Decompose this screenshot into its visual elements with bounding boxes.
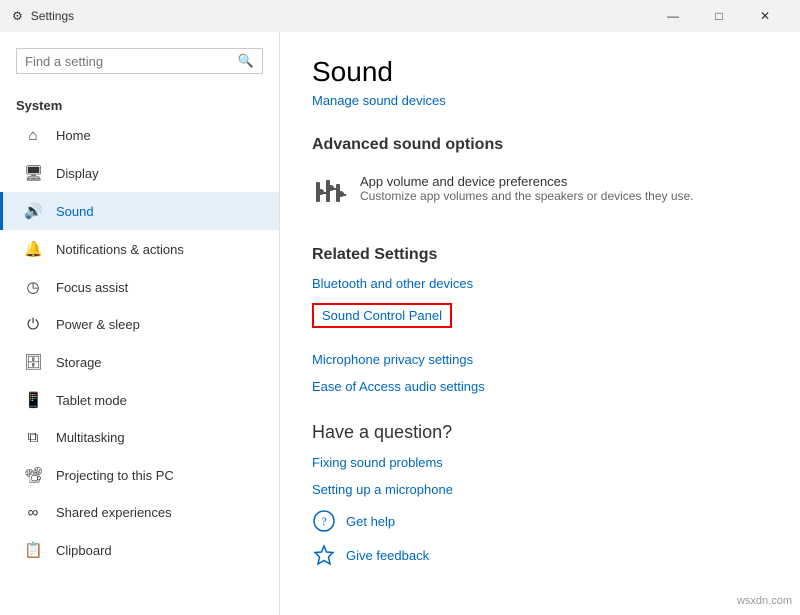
power-icon: ⏻ bbox=[24, 316, 42, 333]
sidebar-item-label: Projecting to this PC bbox=[56, 468, 174, 483]
sidebar-item-multitasking[interactable]: ⧉ Multitasking bbox=[0, 419, 279, 456]
setting-mic-link[interactable]: Setting up a microphone bbox=[312, 482, 768, 497]
have-question-title: Have a question? bbox=[312, 422, 768, 443]
app-volume-row: App volume and device preferences Custom… bbox=[312, 166, 768, 218]
notifications-icon: 🔔 bbox=[24, 240, 42, 258]
settings-window: ⚙ Settings — □ ✕ 🔍 System ⌂ Home bbox=[0, 0, 800, 615]
page-title: Sound bbox=[312, 56, 768, 88]
shared-icon: ∞ bbox=[24, 504, 42, 521]
sidebar-item-label: Sound bbox=[56, 204, 94, 219]
sidebar-item-label: Tablet mode bbox=[56, 393, 127, 408]
settings-icon: ⚙ bbox=[12, 9, 23, 23]
title-bar-left: ⚙ Settings bbox=[12, 9, 74, 23]
sidebar-item-label: Notifications & actions bbox=[56, 242, 184, 257]
content-area: 🔍 System ⌂ Home 🖥 Display 🔊 Sound 🔔 Noti… bbox=[0, 32, 800, 615]
sidebar-item-tablet[interactable]: 📱 Tablet mode bbox=[0, 381, 279, 419]
sidebar-item-label: Shared experiences bbox=[56, 505, 172, 520]
system-label: System bbox=[0, 90, 279, 117]
clipboard-icon: 📋 bbox=[24, 541, 42, 559]
sidebar-item-sound[interactable]: 🔊 Sound bbox=[0, 192, 279, 230]
sidebar-item-shared[interactable]: ∞ Shared experiences bbox=[0, 494, 279, 531]
sound-control-wrapper: Sound Control Panel bbox=[312, 303, 768, 340]
app-volume-icon bbox=[312, 174, 348, 210]
advanced-sound-title: Advanced sound options bbox=[312, 136, 768, 154]
main-content: Sound Manage sound devices Advanced soun… bbox=[280, 32, 800, 615]
get-help-icon: ? bbox=[312, 509, 336, 533]
sidebar-item-display[interactable]: 🖥 Display bbox=[0, 154, 279, 192]
mixer-icon-svg bbox=[312, 174, 348, 210]
get-help-row[interactable]: ? Get help bbox=[312, 509, 768, 533]
search-icon: 🔍 bbox=[238, 53, 254, 69]
projecting-icon: 📽 bbox=[24, 466, 42, 484]
sidebar-item-label: Clipboard bbox=[56, 543, 112, 558]
sidebar-item-label: Home bbox=[56, 128, 91, 143]
related-settings-section: Related Settings Bluetooth and other dev… bbox=[312, 246, 768, 394]
sidebar-item-projecting[interactable]: 📽 Projecting to this PC bbox=[0, 456, 279, 494]
app-volume-title: App volume and device preferences bbox=[360, 174, 694, 189]
window-title: Settings bbox=[31, 9, 74, 23]
search-box[interactable]: 🔍 bbox=[16, 48, 263, 74]
fixing-sound-link[interactable]: Fixing sound problems bbox=[312, 455, 768, 470]
give-feedback-label[interactable]: Give feedback bbox=[346, 548, 429, 563]
svg-text:?: ? bbox=[321, 514, 326, 528]
sidebar-item-home[interactable]: ⌂ Home bbox=[0, 117, 279, 154]
tablet-icon: 📱 bbox=[24, 391, 42, 409]
sidebar-item-notifications[interactable]: 🔔 Notifications & actions bbox=[0, 230, 279, 268]
storage-icon: 🗄 bbox=[24, 353, 42, 371]
sidebar-item-label: Focus assist bbox=[56, 280, 128, 295]
home-icon: ⌂ bbox=[24, 127, 42, 144]
sidebar-item-clipboard[interactable]: 📋 Clipboard bbox=[0, 531, 279, 569]
give-feedback-svg bbox=[313, 544, 335, 566]
watermark: wsxdn.com bbox=[737, 595, 792, 607]
app-volume-text: App volume and device preferences Custom… bbox=[360, 174, 694, 203]
sidebar-item-label: Multitasking bbox=[56, 430, 125, 445]
multitasking-icon: ⧉ bbox=[24, 429, 42, 446]
minimize-button[interactable]: — bbox=[650, 0, 696, 32]
sidebar-item-focus[interactable]: ◷ Focus assist bbox=[0, 268, 279, 306]
title-bar: ⚙ Settings — □ ✕ bbox=[0, 0, 800, 32]
sidebar-item-power[interactable]: ⏻ Power & sleep bbox=[0, 306, 279, 343]
give-feedback-row[interactable]: Give feedback bbox=[312, 543, 768, 567]
sidebar-header: 🔍 bbox=[0, 32, 279, 90]
manage-sound-devices-link[interactable]: Manage sound devices bbox=[312, 93, 446, 108]
sound-icon: 🔊 bbox=[24, 202, 42, 220]
sidebar-item-storage[interactable]: 🗄 Storage bbox=[0, 343, 279, 381]
sidebar-item-label: Storage bbox=[56, 355, 102, 370]
get-help-label[interactable]: Get help bbox=[346, 514, 395, 529]
bluetooth-link[interactable]: Bluetooth and other devices bbox=[312, 276, 768, 291]
display-icon: 🖥 bbox=[24, 164, 42, 182]
mic-privacy-link[interactable]: Microphone privacy settings bbox=[312, 352, 768, 367]
app-volume-desc: Customize app volumes and the speakers o… bbox=[360, 189, 694, 203]
related-settings-title: Related Settings bbox=[312, 246, 768, 264]
ease-access-link[interactable]: Ease of Access audio settings bbox=[312, 379, 768, 394]
focus-icon: ◷ bbox=[24, 278, 42, 296]
sidebar: 🔍 System ⌂ Home 🖥 Display 🔊 Sound 🔔 Noti… bbox=[0, 32, 280, 615]
sidebar-item-label: Display bbox=[56, 166, 99, 181]
sidebar-item-label: Power & sleep bbox=[56, 317, 140, 332]
search-input[interactable] bbox=[25, 54, 238, 69]
give-feedback-icon bbox=[312, 543, 336, 567]
get-help-svg: ? bbox=[313, 510, 335, 532]
sound-control-panel-link[interactable]: Sound Control Panel bbox=[312, 303, 452, 328]
close-button[interactable]: ✕ bbox=[742, 0, 788, 32]
maximize-button[interactable]: □ bbox=[696, 0, 742, 32]
title-bar-controls: — □ ✕ bbox=[650, 0, 788, 32]
